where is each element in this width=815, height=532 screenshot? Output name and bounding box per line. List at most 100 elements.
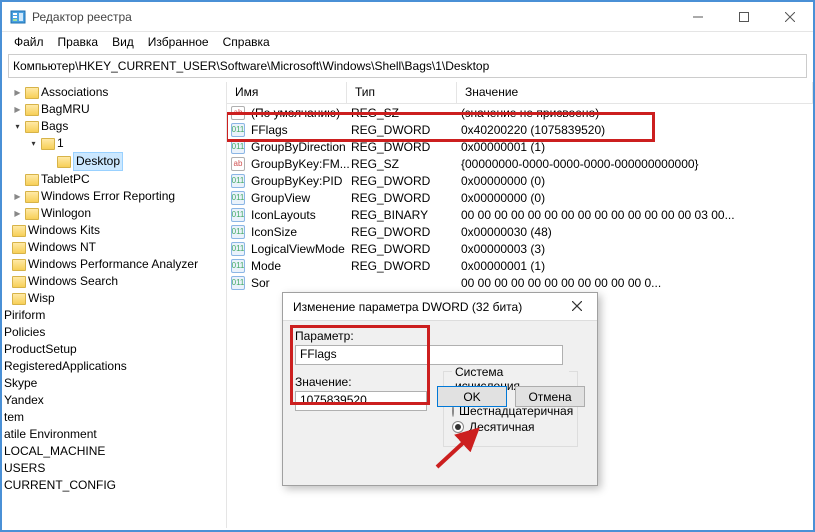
chevron-right-icon[interactable]: ▶ [12, 191, 23, 202]
value-data: 0x40200220 (1075839520) [461, 123, 813, 137]
value-type: REG_SZ [351, 157, 461, 171]
tree-label: Winlogon [41, 205, 91, 222]
folder-icon [12, 259, 26, 271]
folder-icon [12, 225, 26, 237]
value-row[interactable]: 011Sor 00 00 00 00 00 00 00 00 00 00 00 … [227, 274, 813, 291]
tree-item[interactable]: atile Environment [4, 426, 226, 443]
value-row[interactable]: ab(По умолчанию)REG_SZ(значение не присв… [227, 104, 813, 121]
tree-item[interactable]: tem [4, 409, 226, 426]
value-row[interactable]: 011ModeREG_DWORD0x00000001 (1) [227, 257, 813, 274]
chevron-right-icon[interactable]: ▶ [12, 208, 23, 219]
value-input[interactable]: 1075839520 [295, 391, 427, 411]
edit-dword-dialog: Изменение параметра DWORD (32 бита) Пара… [282, 292, 598, 486]
folder-icon [25, 174, 39, 186]
menu-file[interactable]: Файл [8, 33, 50, 51]
value-row[interactable]: 011LogicalViewModeREG_DWORD0x00000003 (3… [227, 240, 813, 257]
tree-item[interactable]: Yandex [4, 392, 226, 409]
chevron-down-icon[interactable]: ▾ [12, 121, 23, 132]
radio-dec-label: Десятичная [469, 420, 535, 434]
tree-pane[interactable]: ▶Associations ▶BagMRU ▾Bags ▾1 Desktop T… [2, 82, 227, 528]
tree-item[interactable]: ▾1 [28, 135, 226, 152]
tree-label: Windows Performance Analyzer [28, 256, 198, 273]
column-value[interactable]: Значение [457, 82, 813, 103]
value-row[interactable]: 011GroupByDirectionREG_DWORD0x00000001 (… [227, 138, 813, 155]
value-row[interactable]: 011GroupViewREG_DWORD0x00000000 (0) [227, 189, 813, 206]
tree-label: RegisteredApplications [4, 358, 127, 375]
value-data: {00000000-0000-0000-0000-000000000000} [461, 157, 813, 171]
tree-item[interactable]: ▶ Winlogon [12, 205, 226, 222]
menu-view[interactable]: Вид [106, 33, 140, 51]
tree-label: Piriform [4, 307, 45, 324]
minimize-button[interactable] [675, 2, 721, 32]
tree-label: Yandex [4, 392, 44, 409]
tree-item-selected[interactable]: Desktop [44, 152, 226, 171]
menu-help[interactable]: Справка [217, 33, 276, 51]
chevron-down-icon[interactable]: ▾ [28, 138, 39, 149]
tree-item[interactable]: Piriform [4, 307, 226, 324]
value-name: Sor [251, 276, 351, 290]
value-row[interactable]: 011IconLayoutsREG_BINARY00 00 00 00 00 0… [227, 206, 813, 223]
folder-icon [12, 242, 26, 254]
address-bar[interactable]: Компьютер\HKEY_CURRENT_USER\Software\Mic… [8, 54, 807, 78]
binary-value-icon: 011 [231, 174, 245, 188]
value-row[interactable]: 011FFlagsREG_DWORD0x40200220 (1075839520… [227, 121, 813, 138]
value-data: 00 00 00 00 00 00 00 00 00 00 00 00 00 0… [461, 208, 813, 222]
tree-label: Policies [4, 324, 45, 341]
regedit-icon [10, 9, 26, 25]
tree-item[interactable]: RegisteredApplications [4, 358, 226, 375]
column-type[interactable]: Тип [347, 82, 457, 103]
tree-item[interactable]: ▶Associations [12, 84, 226, 101]
tree-item[interactable]: Windows Search [12, 273, 226, 290]
tree-label: ProductSetup [4, 341, 77, 358]
value-name: LogicalViewMode [251, 242, 351, 256]
tree-item[interactable]: Skype [4, 375, 226, 392]
value-type: REG_DWORD [351, 242, 461, 256]
close-button[interactable] [767, 2, 813, 32]
folder-icon [25, 208, 39, 220]
chevron-right-icon[interactable]: ▶ [12, 87, 23, 98]
binary-value-icon: 011 [231, 208, 245, 222]
tree-item[interactable]: Wisp [12, 290, 226, 307]
tree-item[interactable]: CURRENT_CONFIG [4, 477, 226, 494]
tree-item[interactable]: ▾Bags [12, 118, 226, 135]
column-name[interactable]: Имя [227, 82, 347, 103]
value-data: 0x00000001 (1) [461, 259, 813, 273]
param-label: Параметр: [295, 329, 585, 343]
tree-item[interactable]: Windows Kits [12, 222, 226, 239]
tree-item[interactable]: ProductSetup [4, 341, 226, 358]
tree-label: Windows NT [28, 239, 96, 256]
dialog-titlebar[interactable]: Изменение параметра DWORD (32 бита) [283, 293, 597, 321]
menubar: Файл Правка Вид Избранное Справка [2, 32, 813, 52]
tree-label: atile Environment [4, 426, 97, 443]
tree-item[interactable]: Windows NT [12, 239, 226, 256]
menu-favorites[interactable]: Избранное [142, 33, 215, 51]
chevron-right-icon[interactable]: ▶ [12, 104, 23, 115]
tree-label: Desktop [73, 152, 123, 171]
value-row[interactable]: 011GroupByKey:PIDREG_DWORD0x00000000 (0) [227, 172, 813, 189]
folder-icon [12, 293, 26, 305]
tree-label: LOCAL_MACHINE [4, 443, 105, 460]
value-type: REG_DWORD [351, 225, 461, 239]
tree-item[interactable]: USERS [4, 460, 226, 477]
value-row[interactable]: abGroupByKey:FM...REG_SZ{00000000-0000-0… [227, 155, 813, 172]
radio-dec[interactable]: Десятичная [452, 420, 569, 434]
menu-edit[interactable]: Правка [52, 33, 105, 51]
tree-item[interactable]: ▶Windows Error Reporting [12, 188, 226, 205]
maximize-button[interactable] [721, 2, 767, 32]
param-input[interactable]: FFlags [295, 345, 563, 365]
cancel-button[interactable]: Отмена [515, 386, 585, 407]
tree-item[interactable]: ▶BagMRU [12, 101, 226, 118]
binary-value-icon: 011 [231, 259, 245, 273]
tree-item[interactable]: LOCAL_MACHINE [4, 443, 226, 460]
dialog-close-button[interactable] [563, 300, 591, 314]
folder-icon [12, 276, 26, 288]
ok-button[interactable]: OK [437, 386, 507, 407]
tree-label: Windows Search [28, 273, 118, 290]
value-row[interactable]: 011IconSizeREG_DWORD0x00000030 (48) [227, 223, 813, 240]
tree-item[interactable]: Windows Performance Analyzer [12, 256, 226, 273]
columns-header: Имя Тип Значение [227, 82, 813, 104]
value-data: (значение не присвоено) [461, 106, 813, 120]
tree-item[interactable]: Policies [4, 324, 226, 341]
tree-item[interactable]: TabletPC [12, 171, 226, 188]
binary-value-icon: 011 [231, 140, 245, 154]
